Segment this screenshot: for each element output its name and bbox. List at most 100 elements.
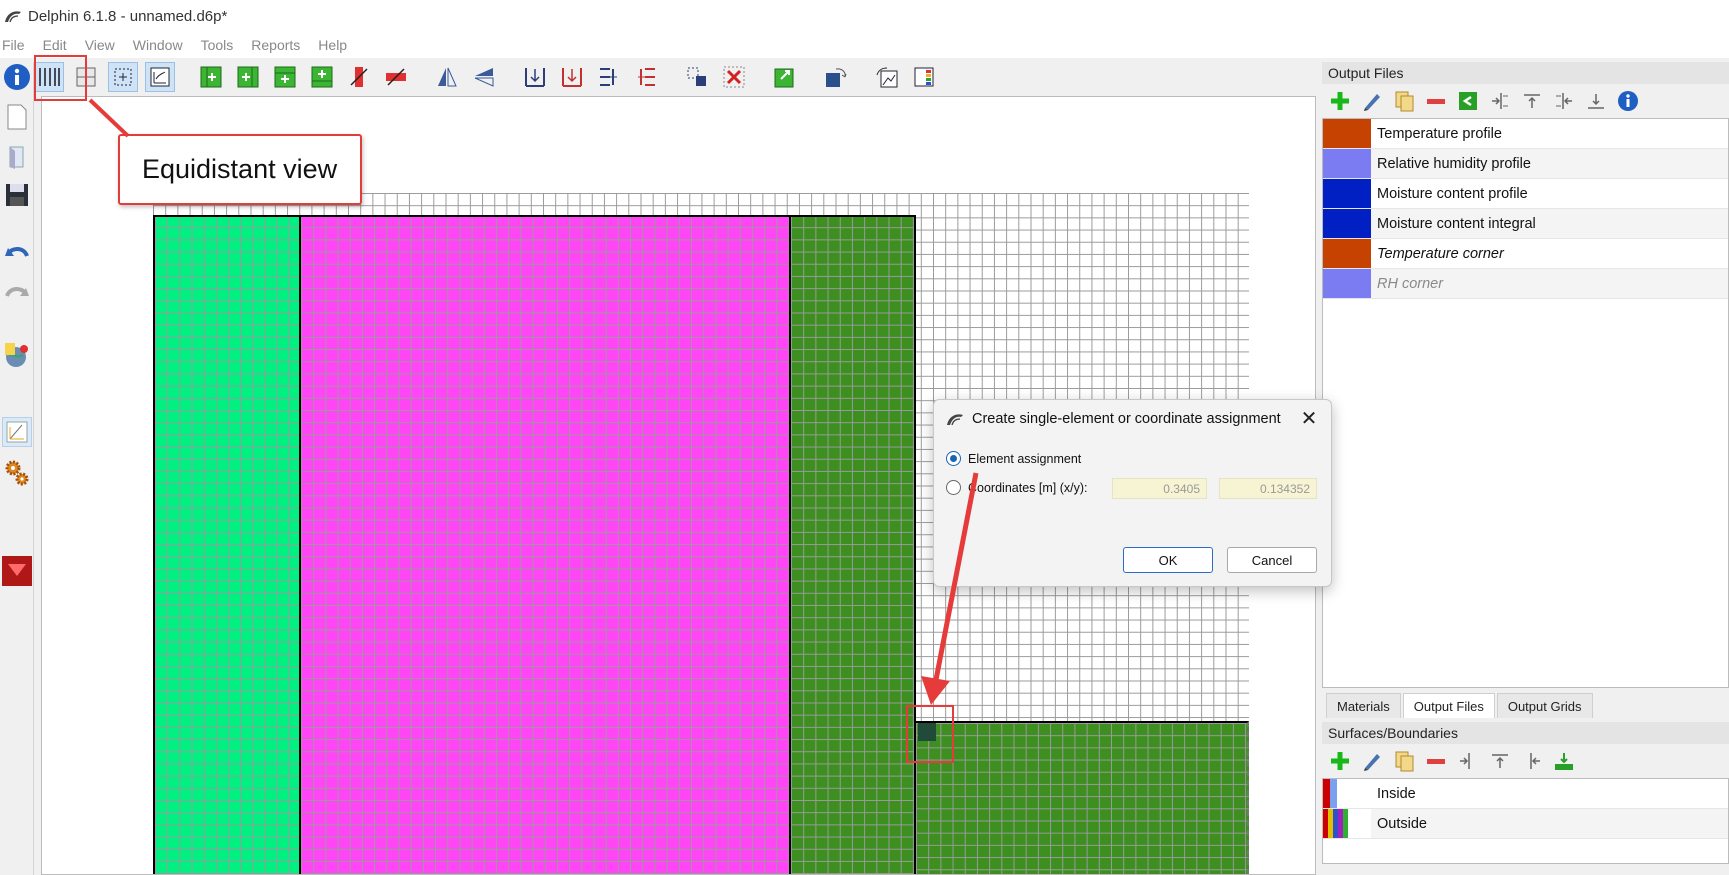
- element-assignment-option[interactable]: Element assignment: [946, 451, 1081, 466]
- list-item[interactable]: Moisture content integral: [1323, 209, 1728, 239]
- output-info-button[interactable]: [1616, 89, 1640, 113]
- delete-column-button[interactable]: [344, 62, 374, 92]
- surface-assign-button[interactable]: [1552, 749, 1576, 773]
- simulation-view-button[interactable]: [2, 417, 32, 447]
- list-item[interactable]: Temperature profile: [1323, 119, 1728, 149]
- menu-edit[interactable]: Edit: [41, 37, 67, 53]
- surface-align-left-button[interactable]: [1456, 749, 1480, 773]
- export-chart-button[interactable]: [872, 62, 902, 92]
- cancel-button[interactable]: Cancel: [1227, 547, 1317, 573]
- insert-column-left-button[interactable]: [196, 62, 226, 92]
- add-icon: [1331, 752, 1349, 770]
- output-files-toolbar: [1322, 84, 1729, 118]
- align-top-icon: [1492, 754, 1508, 768]
- copy-output-button[interactable]: [1392, 89, 1416, 113]
- merge-left-button[interactable]: [594, 62, 624, 92]
- list-item[interactable]: Temperature corner: [1323, 239, 1728, 269]
- table-view-icon: [150, 67, 170, 86]
- output-align-bottom-button[interactable]: [1584, 89, 1608, 113]
- menu-file[interactable]: File: [0, 37, 25, 53]
- run-simulation-button[interactable]: [2, 556, 32, 586]
- y-coordinate-field[interactable]: 0.134352: [1219, 478, 1317, 499]
- title-bar: Delphin 6.1.8 - unnamed.d6p*: [0, 0, 1729, 32]
- list-item[interactable]: RH corner: [1323, 269, 1728, 299]
- align-right-icon: [1556, 93, 1572, 109]
- mirror-horizontal-button[interactable]: [469, 62, 499, 92]
- select-region-button[interactable]: [682, 62, 712, 92]
- edit-output-button[interactable]: [1360, 89, 1384, 113]
- mirror-vertical-button[interactable]: [432, 62, 462, 92]
- output-label: Temperature corner: [1377, 245, 1504, 262]
- insert-column-right-icon: [237, 66, 259, 87]
- menu-help[interactable]: Help: [316, 37, 347, 53]
- copy-surface-button[interactable]: [1392, 749, 1416, 773]
- settings-button[interactable]: [2, 458, 32, 488]
- surface-align-right-button[interactable]: [1520, 749, 1544, 773]
- climate-location-button[interactable]: [2, 340, 32, 370]
- material-region-3[interactable]: [789, 215, 916, 874]
- list-item[interactable]: Relative humidity profile: [1323, 149, 1728, 179]
- select-region-icon: [687, 67, 706, 86]
- toolbar-highlight-marker: [34, 55, 87, 101]
- ok-button[interactable]: OK: [1123, 547, 1213, 573]
- merge-right-button[interactable]: [631, 62, 661, 92]
- insert-row-above-icon: [274, 66, 296, 87]
- list-item[interactable]: Moisture content profile: [1323, 179, 1728, 209]
- delete-row-button[interactable]: [381, 62, 411, 92]
- insert-column-right-button[interactable]: [233, 62, 263, 92]
- assign-material-button[interactable]: [770, 62, 800, 92]
- add-surface-button[interactable]: [1328, 749, 1352, 773]
- output-color-swatch: [1323, 209, 1371, 238]
- remove-surface-button[interactable]: [1424, 749, 1448, 773]
- material-region-4[interactable]: [916, 721, 1249, 874]
- color-table-button[interactable]: [909, 62, 939, 92]
- table-view-button[interactable]: [145, 61, 175, 92]
- open-file-button[interactable]: [2, 142, 32, 172]
- output-align-top-button[interactable]: [1520, 89, 1544, 113]
- pencil-icon: [1364, 94, 1380, 111]
- new-file-button[interactable]: [2, 102, 32, 132]
- output-color-swatch: [1323, 179, 1371, 208]
- coordinates-radio[interactable]: [946, 480, 961, 495]
- surface-align-top-button[interactable]: [1488, 749, 1512, 773]
- tab-output-grids[interactable]: Output Grids: [1496, 693, 1593, 718]
- material-region-1[interactable]: [153, 215, 299, 874]
- coordinates-label: Coordinates [m] (x/y):: [968, 480, 1088, 495]
- tab-materials[interactable]: Materials: [1326, 693, 1401, 718]
- solver-icon: [2, 556, 32, 586]
- select-view-button[interactable]: [108, 61, 138, 92]
- edit-surface-button[interactable]: [1360, 749, 1384, 773]
- output-align-left-button[interactable]: [1488, 89, 1512, 113]
- redo-button[interactable]: [2, 280, 32, 310]
- tab-output-files[interactable]: Output Files: [1402, 693, 1495, 718]
- menu-reports[interactable]: Reports: [249, 37, 300, 53]
- output-color-swatch: [1323, 149, 1371, 178]
- list-item[interactable]: Inside: [1323, 779, 1728, 809]
- rotate-3d-button[interactable]: [821, 62, 851, 92]
- remove-output-button[interactable]: [1424, 89, 1448, 113]
- delete-assignment-button[interactable]: [719, 62, 749, 92]
- insert-row-above-button[interactable]: [270, 62, 300, 92]
- surfaces-list: Inside Outside: [1322, 778, 1729, 864]
- split-row-button[interactable]: [557, 62, 587, 92]
- add-icon: [1331, 92, 1349, 110]
- list-item[interactable]: Outside: [1323, 809, 1728, 839]
- x-coordinate-field[interactable]: 0.3405: [1112, 478, 1207, 499]
- element-assignment-radio[interactable]: [946, 451, 961, 466]
- undo-button[interactable]: [2, 240, 32, 270]
- menu-tools[interactable]: Tools: [199, 37, 234, 53]
- menu-view[interactable]: View: [83, 37, 115, 53]
- menu-window[interactable]: Window: [131, 37, 183, 53]
- save-button[interactable]: [2, 180, 32, 210]
- coordinates-option[interactable]: Coordinates [m] (x/y):: [946, 480, 1087, 495]
- info-button[interactable]: [2, 62, 32, 92]
- add-output-button[interactable]: [1328, 89, 1352, 113]
- material-region-2[interactable]: [299, 215, 789, 874]
- split-column-button[interactable]: [520, 62, 550, 92]
- insert-row-below-button[interactable]: [307, 62, 337, 92]
- insert-row-below-icon: [311, 66, 333, 87]
- output-align-right-button[interactable]: [1552, 89, 1576, 113]
- close-icon[interactable]: ✕: [1299, 408, 1319, 430]
- open-file-icon: [9, 146, 24, 169]
- output-assign-button[interactable]: [1456, 89, 1480, 113]
